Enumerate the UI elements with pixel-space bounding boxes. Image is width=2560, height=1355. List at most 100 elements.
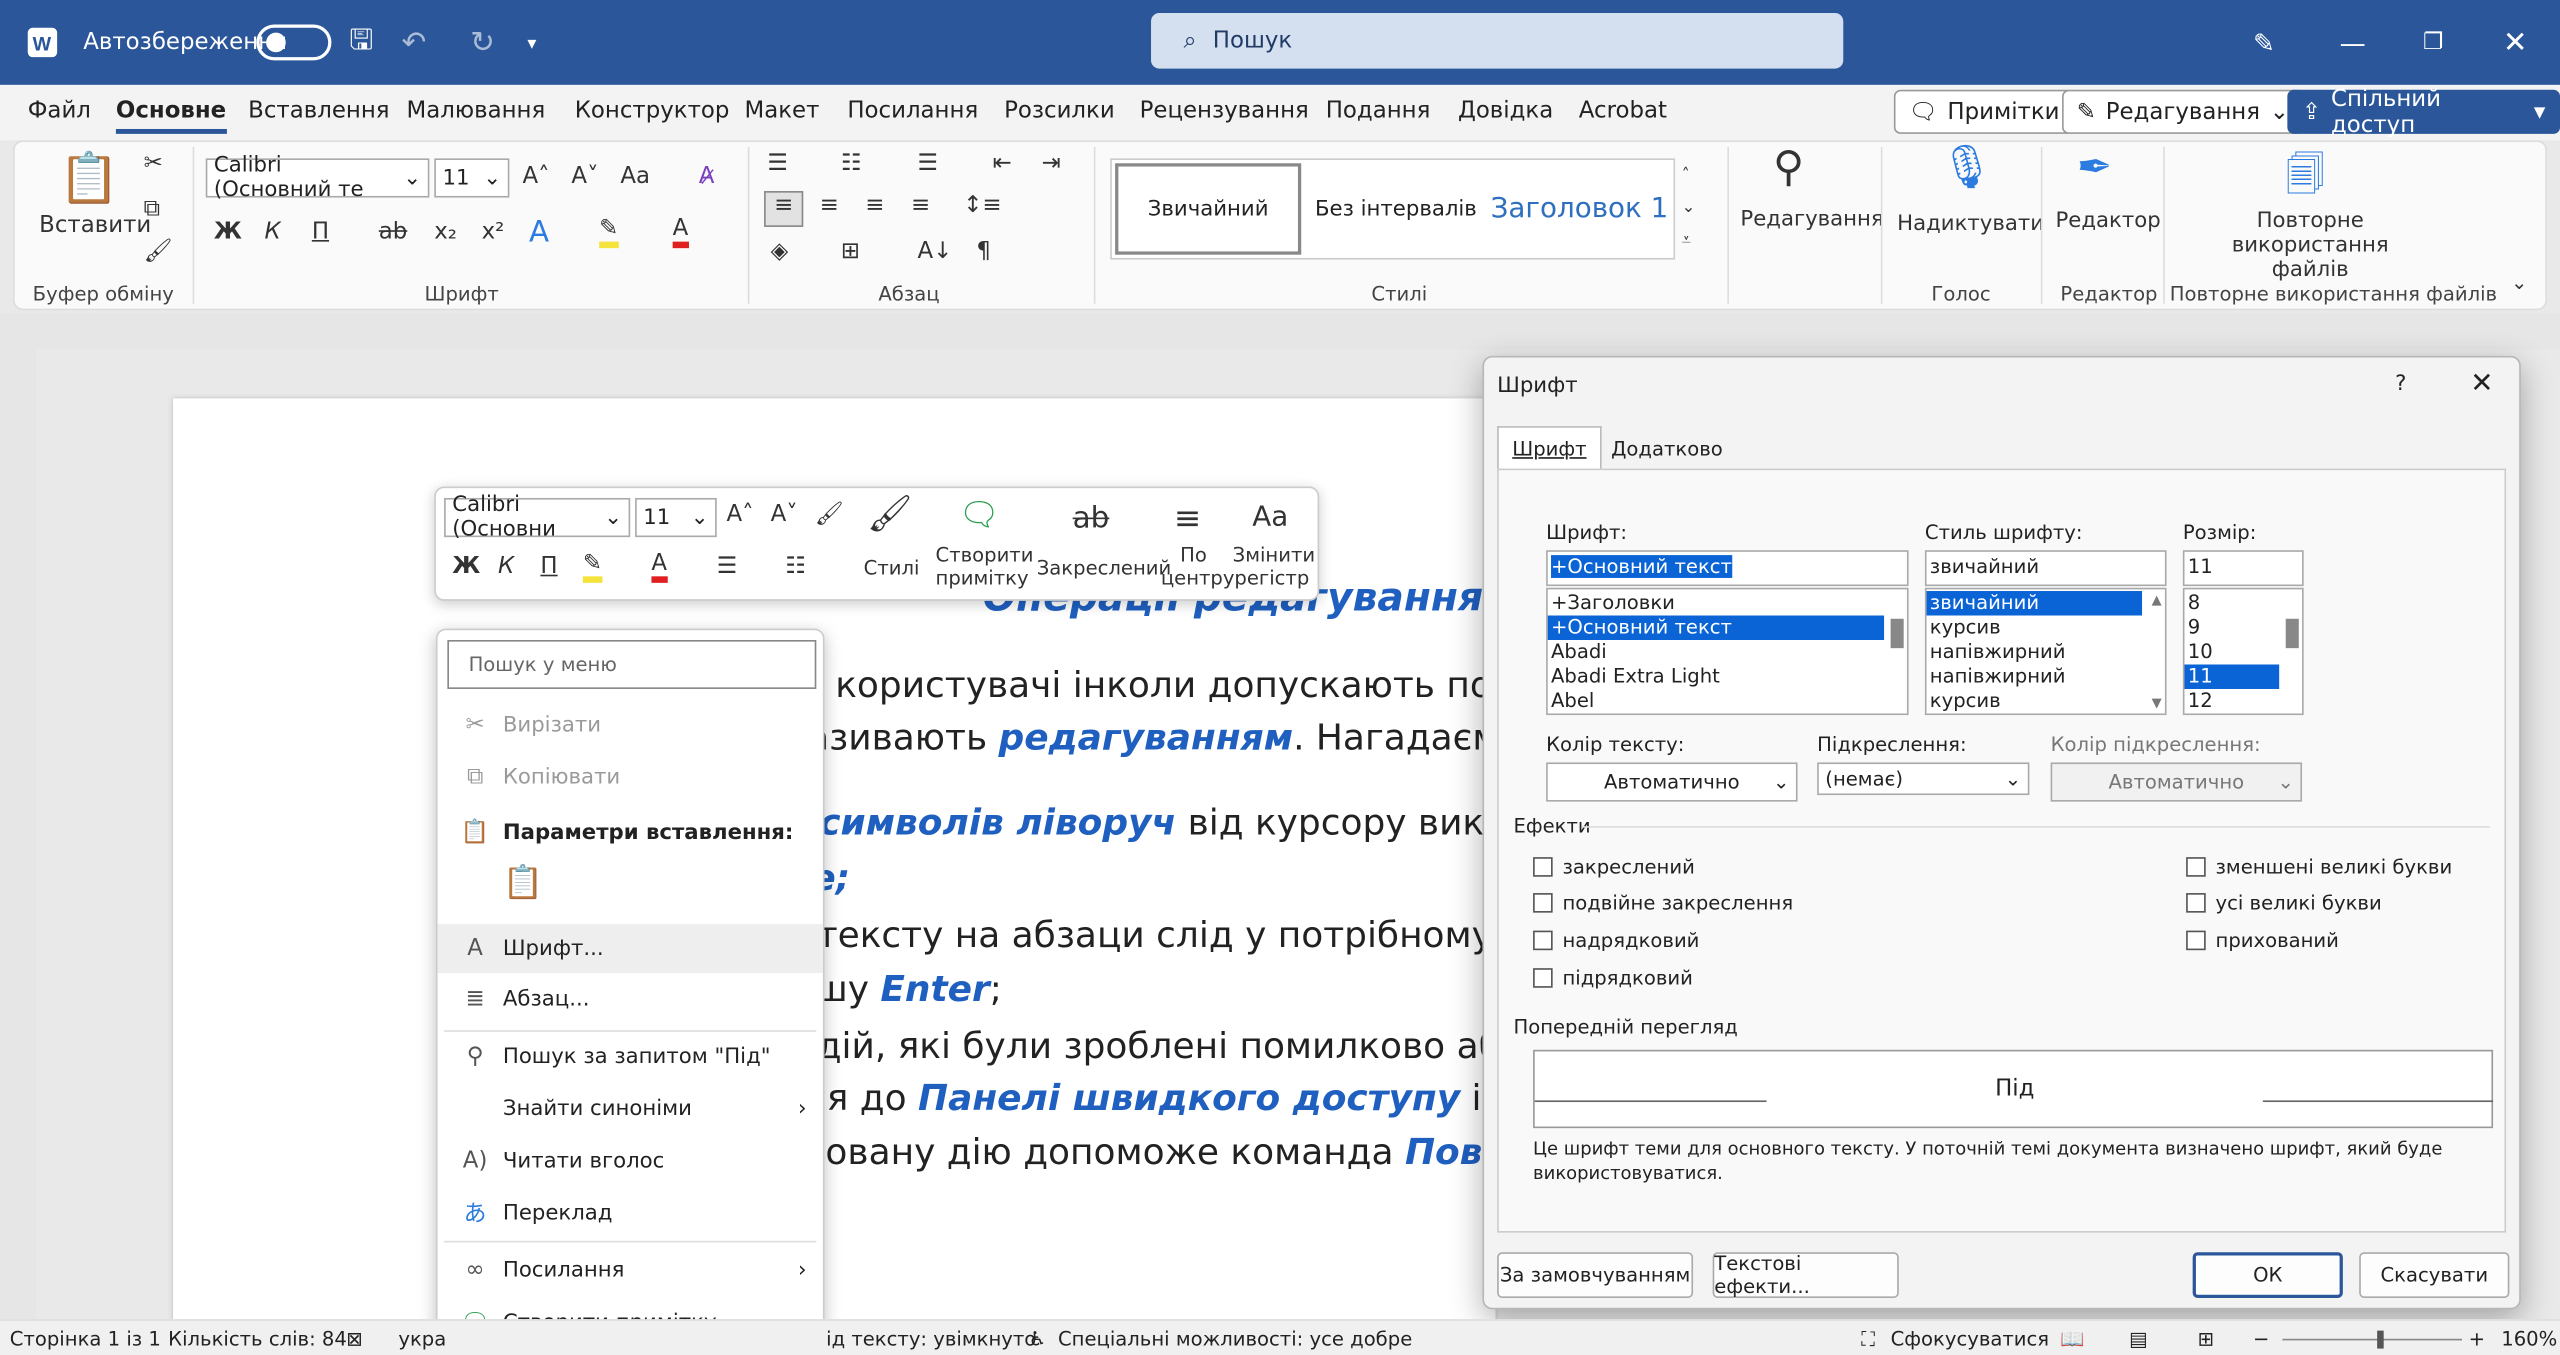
- word-count[interactable]: Кількість слів: 84: [168, 1327, 347, 1350]
- restore-icon[interactable]: ❐: [2423, 0, 2444, 85]
- numbering-icon[interactable]: ☷: [785, 553, 806, 579]
- bold-icon[interactable]: Ж: [452, 553, 480, 579]
- grow-font-icon[interactable]: A˄: [522, 163, 549, 189]
- redo-icon[interactable]: ↻: [470, 0, 495, 85]
- highlight-icon[interactable]: ✎: [582, 550, 603, 583]
- grow-font-icon[interactable]: A˄: [727, 501, 754, 527]
- font-name-select[interactable]: Calibri (Основний те ⌄: [205, 153, 430, 202]
- set-default-button[interactable]: За замовчуванням: [1497, 1252, 1694, 1298]
- zoom-slider-thumb[interactable]: [2377, 1330, 2384, 1349]
- align-center-icon[interactable]: ≡: [820, 193, 839, 219]
- close-icon[interactable]: ✕: [2503, 0, 2528, 85]
- language-status[interactable]: укра: [398, 1327, 446, 1350]
- editing-button[interactable]: Редагування: [1740, 207, 1883, 231]
- zoom-slider[interactable]: [2282, 1338, 2463, 1341]
- scroll-up-icon[interactable]: ▲: [2152, 593, 2162, 608]
- scrollbar-thumb[interactable]: [2285, 618, 2299, 649]
- mini-case-button[interactable]: Змінити регістр: [1233, 544, 1315, 590]
- zoom-in-icon[interactable]: +: [2469, 1327, 2485, 1350]
- minimize-icon[interactable]: —: [2340, 0, 2366, 85]
- all-caps-checkbox[interactable]: усі великі букви: [2186, 891, 2382, 914]
- print-layout-icon[interactable]: ▤: [2129, 1327, 2148, 1350]
- styles-scroll-icon[interactable]: ˄ ⌄ ⩡: [1682, 160, 1696, 258]
- paste-button[interactable]: Вставити: [39, 212, 151, 238]
- menu-translate[interactable]: あ Переклад: [438, 1189, 823, 1238]
- clear-format-icon[interactable]: A̷: [699, 163, 715, 189]
- font-name-input[interactable]: +Основний текст: [1546, 550, 1909, 587]
- list-item[interactable]: 8: [2184, 591, 2279, 615]
- hidden-checkbox[interactable]: прихований: [2186, 929, 2339, 952]
- menu-search-input[interactable]: Пошук у меню: [447, 640, 817, 689]
- comments-button[interactable]: 🗨 Примітки: [1893, 89, 2075, 134]
- align-left-icon[interactable]: ≡: [764, 191, 804, 227]
- italic-icon[interactable]: К: [264, 219, 280, 245]
- list-item[interactable]: 12: [2184, 689, 2279, 713]
- menu-search-for[interactable]: ⚲ Пошук за запитом "Під": [438, 1032, 823, 1081]
- cut-icon[interactable]: ✂: [144, 150, 163, 176]
- line-spacing-icon[interactable]: ↕≡: [963, 193, 1001, 219]
- underline-icon[interactable]: П: [312, 219, 329, 245]
- decrease-indent-icon[interactable]: ⇤: [993, 150, 1012, 176]
- superscript-icon[interactable]: x²: [482, 219, 505, 245]
- reuse-files-button[interactable]: Повторне використання файлів: [2204, 209, 2416, 282]
- change-case-icon[interactable]: Aa: [1252, 501, 1288, 534]
- text-effects-button[interactable]: Текстові ефекти...: [1712, 1252, 1899, 1298]
- tab-insert[interactable]: Вставлення: [248, 95, 389, 128]
- sort-icon[interactable]: A↓: [918, 238, 953, 264]
- tab-review[interactable]: Рецензування: [1140, 95, 1309, 128]
- format-painter-icon[interactable]: 🖌: [815, 501, 844, 527]
- font-color-icon[interactable]: A: [672, 216, 689, 249]
- list-item[interactable]: Abadi: [1548, 640, 1884, 664]
- autosave-toggle[interactable]: [256, 0, 332, 85]
- font-size-listbox[interactable]: 8 9 10 11 12: [2182, 587, 2304, 716]
- tab-file[interactable]: Файл: [28, 95, 91, 128]
- mini-strike-button[interactable]: Закреслений: [1037, 557, 1172, 580]
- text-effects-icon[interactable]: A: [529, 216, 549, 250]
- focus-button[interactable]: Сфокусуватися: [1891, 1327, 2049, 1350]
- highlight-icon[interactable]: ✎: [599, 216, 619, 249]
- pilcrow-icon[interactable]: ¶: [976, 238, 991, 264]
- tab-mailings[interactable]: Розсилки: [1004, 95, 1115, 128]
- font-size-input[interactable]: 11: [2182, 550, 2304, 587]
- subscript-icon[interactable]: x₂: [434, 219, 457, 245]
- text-color-select[interactable]: Автоматично ⌄: [1546, 762, 1798, 802]
- strikethrough-icon[interactable]: ab: [1073, 501, 1110, 535]
- list-item[interactable]: Abel: [1548, 689, 1884, 713]
- menu-paragraph[interactable]: ≣ Абзац...: [438, 975, 823, 1024]
- font-color-icon[interactable]: A: [651, 550, 668, 583]
- paste-keep-source-icon[interactable]: 📋: [503, 862, 544, 901]
- list-item[interactable]: напівжирний курсив: [1927, 664, 2143, 711]
- bold-icon[interactable]: Ж: [214, 219, 242, 245]
- menu-synonyms[interactable]: Знайти синоніми ›: [438, 1084, 823, 1133]
- dictate-button[interactable]: Надиктувати: [1897, 212, 2044, 236]
- collapse-ribbon-icon[interactable]: ⌄: [2511, 271, 2527, 294]
- search-box[interactable]: ⌕ Пошук: [1151, 13, 1844, 69]
- style-normal[interactable]: Звичайний: [1115, 163, 1302, 255]
- list-item[interactable]: +Заголовки: [1548, 591, 1884, 615]
- style-heading1[interactable]: Заголовок 1: [1491, 163, 1671, 254]
- tab-home[interactable]: Основне: [115, 95, 227, 134]
- mini-font-select[interactable]: Calibri (Основни ⌄: [444, 493, 631, 542]
- new-comment-icon[interactable]: 🗨: [958, 495, 999, 534]
- align-right-icon[interactable]: ≡: [865, 193, 884, 219]
- list-item[interactable]: курсив: [1927, 616, 2143, 640]
- tab-draw[interactable]: Малювання: [407, 95, 546, 128]
- undo-icon[interactable]: ↶: [402, 0, 427, 85]
- font-style-listbox[interactable]: звичайний курсив напівжирний напівжирний…: [1924, 587, 2167, 716]
- page-count[interactable]: Сторінка 1 із 1: [10, 1327, 161, 1350]
- scrollbar-thumb[interactable]: [1890, 618, 1904, 649]
- tab-design[interactable]: Конструктор: [575, 95, 730, 128]
- underline-icon[interactable]: П: [540, 553, 557, 579]
- shrink-font-icon[interactable]: A˅: [771, 501, 798, 527]
- tab-help[interactable]: Довідка: [1458, 95, 1553, 128]
- tab-font[interactable]: Шрифт: [1497, 426, 1602, 469]
- list-item[interactable]: напівжирний: [1927, 640, 2143, 664]
- font-size-select[interactable]: 11 ⌄: [434, 158, 510, 198]
- list-item[interactable]: +Основний текст: [1547, 615, 1885, 640]
- web-layout-icon[interactable]: ⊞: [2198, 1327, 2214, 1350]
- designer-icon[interactable]: ✎: [2253, 0, 2275, 85]
- mini-center-button[interactable]: По центру: [1161, 544, 1235, 590]
- menu-read-aloud[interactable]: A) Читати вголос: [438, 1136, 823, 1185]
- double-strikethrough-checkbox[interactable]: подвійне закреслення: [1533, 891, 1793, 914]
- list-item[interactable]: Abadi Extra Light: [1548, 664, 1884, 688]
